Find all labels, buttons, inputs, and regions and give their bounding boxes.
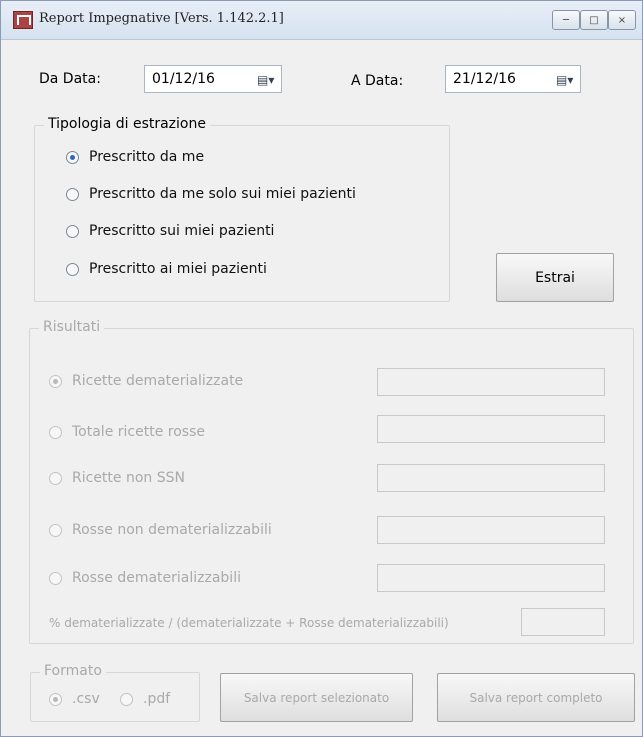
radio-icon[interactable] <box>66 224 79 238</box>
result-label: Totale ricette rosse <box>72 424 205 440</box>
pdf-label: .pdf <box>143 691 171 707</box>
close-icon: × <box>617 14 627 26</box>
result-value-box <box>377 516 605 544</box>
from-date-picker[interactable]: 01/12/16 ▤▾ <box>144 65 282 93</box>
result-label: Ricette dematerializzate <box>72 373 244 389</box>
calendar-dropdown-icon[interactable]: ▤▾ <box>257 73 277 87</box>
radio-label: Prescritto sui miei pazienti <box>89 223 275 239</box>
result-value-box <box>377 464 605 492</box>
extraction-type-legend: Tipologia di estrazione <box>44 116 210 132</box>
radio-icon <box>49 571 62 585</box>
pdf-radio: .pdf <box>120 691 170 707</box>
result-radio-rosse-dematerializzabili: Rosse dematerializzabili <box>49 570 241 586</box>
result-radio-non-ssn: Ricette non SSN <box>49 470 185 486</box>
radio-selected-icon <box>49 692 62 706</box>
minimize-button[interactable]: ─ <box>552 10 580 30</box>
to-date-picker[interactable]: 21/12/16 ▤▾ <box>445 65 581 93</box>
radio-label: Prescritto da me solo sui miei pazienti <box>89 186 356 202</box>
result-value-box <box>377 564 605 592</box>
title-bar: Report Impegnative [Vers. 1.142.2.1] ─ □… <box>1 1 642 40</box>
result-value-box <box>377 415 605 443</box>
calendar-dropdown-icon[interactable]: ▤▾ <box>556 73 576 87</box>
radio-prescritto-sui-miei-pazienti[interactable]: Prescritto sui miei pazienti <box>66 223 274 239</box>
ratio-label: % dematerializzate / (dematerializzate +… <box>49 616 449 630</box>
save-full-report-button[interactable]: Salva report completo <box>437 673 635 722</box>
to-date-label: A Data: <box>351 73 404 89</box>
to-date-value: 21/12/16 <box>453 71 516 87</box>
app-icon <box>13 11 33 29</box>
radio-selected-icon <box>49 374 62 388</box>
result-label: Rosse dematerializzabili <box>72 570 241 586</box>
from-date-label: Da Data: <box>39 71 101 87</box>
result-label: Rosse non dematerializzabili <box>72 522 272 538</box>
extract-button[interactable]: Estrai <box>496 253 614 302</box>
close-button[interactable]: × <box>608 10 636 30</box>
radio-icon[interactable] <box>66 262 79 276</box>
window-title: Report Impegnative [Vers. 1.142.2.1] <box>39 11 284 26</box>
minimize-icon: ─ <box>562 14 570 26</box>
radio-icon[interactable] <box>66 187 79 201</box>
radio-prescritto-da-me-solo-sui-miei-pazienti[interactable]: Prescritto da me solo sui miei pazienti <box>66 186 356 202</box>
radio-icon <box>120 692 133 706</box>
result-radio-dematerializzate: Ricette dematerializzate <box>49 373 243 389</box>
format-legend: Formato <box>40 663 106 679</box>
radio-prescritto-da-me[interactable]: Prescritto da me <box>66 149 204 165</box>
radio-icon <box>49 425 62 439</box>
results-legend: Risultati <box>39 319 105 335</box>
radio-icon <box>49 523 62 537</box>
save-selected-report-button[interactable]: Salva report selezionato <box>220 673 413 722</box>
csv-radio: .csv <box>49 691 100 707</box>
result-value-box <box>377 368 605 396</box>
result-radio-rosse-non-dematerializzabili: Rosse non dematerializzabili <box>49 522 272 538</box>
radio-label: Prescritto da me <box>89 149 205 165</box>
from-date-value: 01/12/16 <box>152 71 215 87</box>
ratio-value-box <box>521 608 605 636</box>
result-label: Ricette non SSN <box>72 470 185 486</box>
radio-prescritto-ai-miei-pazienti[interactable]: Prescritto ai miei pazienti <box>66 261 267 277</box>
result-radio-totale-rosse: Totale ricette rosse <box>49 424 205 440</box>
report-window: Report Impegnative [Vers. 1.142.2.1] ─ □… <box>0 0 643 737</box>
maximize-icon: □ <box>589 14 599 26</box>
maximize-button[interactable]: □ <box>580 10 608 30</box>
radio-label: Prescritto ai miei pazienti <box>89 261 267 277</box>
radio-selected-icon[interactable] <box>66 150 79 164</box>
radio-icon <box>49 471 62 485</box>
csv-label: .csv <box>72 691 100 707</box>
